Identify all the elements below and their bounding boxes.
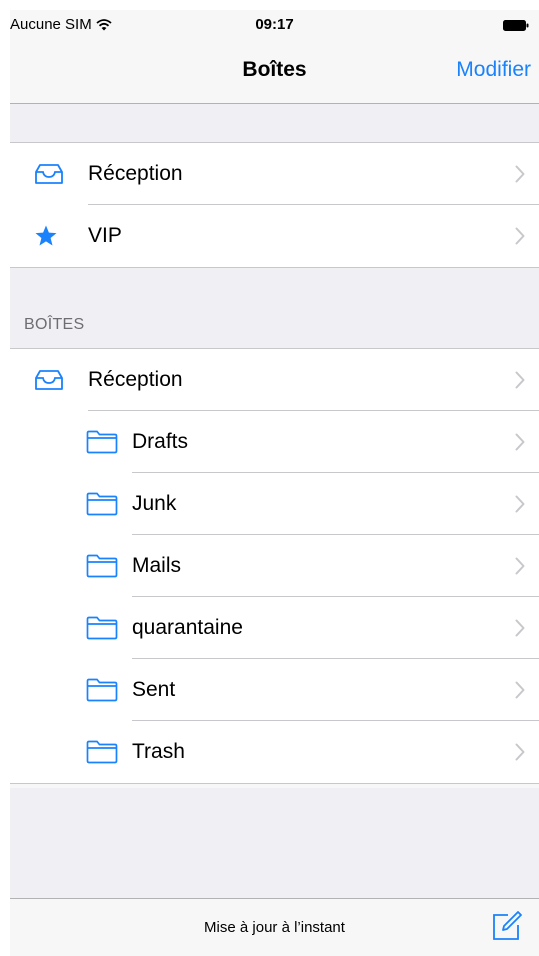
folder-icon [86, 430, 118, 454]
section-header-label: BOÎTES [24, 316, 85, 333]
chevron-right-icon [515, 743, 525, 761]
bottom-toolbar: Mise à jour à l’instant [10, 898, 539, 956]
mailbox-row-r-ception[interactable]: Réception [10, 143, 539, 205]
mailbox-label: Sent [132, 678, 176, 701]
folder-icon [86, 616, 118, 640]
status-time: 09:17 [255, 16, 294, 33]
chevron-right-icon [515, 681, 525, 699]
chevron-right-icon [515, 433, 525, 451]
favorites-group: Réception VIP [10, 142, 539, 268]
mailbox-label: quarantaine [132, 616, 243, 639]
mailbox-row-vip[interactable]: VIP [10, 205, 539, 267]
mailbox-row-sent[interactable]: Sent [10, 659, 539, 721]
chevron-right-icon [515, 495, 525, 513]
mailbox-row-junk[interactable]: Junk [10, 473, 539, 535]
inbox-icon [34, 369, 64, 391]
mailbox-label: VIP [88, 224, 122, 247]
folder-icon [86, 678, 118, 702]
chevron-right-icon [515, 619, 525, 637]
chevron-right-icon [515, 227, 525, 245]
compose-icon[interactable] [491, 909, 523, 941]
folder-icon [86, 740, 118, 764]
chevron-right-icon [515, 371, 525, 389]
mailbox-row-drafts[interactable]: Drafts [10, 411, 539, 473]
battery-icon [503, 20, 529, 31]
folder-icon [86, 554, 118, 578]
mailbox-row-quarantaine[interactable]: quarantaine [10, 597, 539, 659]
mailbox-row-r-ception[interactable]: Réception [10, 349, 539, 411]
star-icon [34, 224, 58, 248]
mailbox-label: Réception [88, 162, 183, 185]
chevron-right-icon [515, 557, 525, 575]
bottom-spacer [10, 788, 539, 898]
chevron-right-icon [515, 165, 525, 183]
mailbox-label: Junk [132, 492, 177, 515]
mailboxes-section-header: BOÎTES [10, 268, 539, 348]
update-status: Mise à jour à l’instant [204, 919, 345, 936]
folder-icon [86, 492, 118, 516]
inbox-icon [34, 163, 64, 185]
mailbox-label: Mails [132, 554, 182, 577]
mail-mailboxes-screen: Aucune SIM 09:17 Boîtes Modifier Récepti… [10, 10, 539, 956]
top-spacer [10, 104, 539, 142]
edit-button[interactable]: Modifier [456, 58, 531, 82]
status-bar: Aucune SIM 09:17 [10, 10, 539, 40]
navigation-bar: Boîtes Modifier [10, 40, 539, 104]
mailbox-label: Réception [88, 368, 183, 391]
mailbox-row-trash[interactable]: Trash [10, 721, 539, 783]
mailbox-label: Drafts [132, 430, 189, 453]
mailbox-label: Trash [132, 740, 185, 763]
mailbox-row-mails[interactable]: Mails [10, 535, 539, 597]
mailboxes-group: Réception Drafts Junk Mails quarantaine Sent T… [10, 348, 539, 784]
